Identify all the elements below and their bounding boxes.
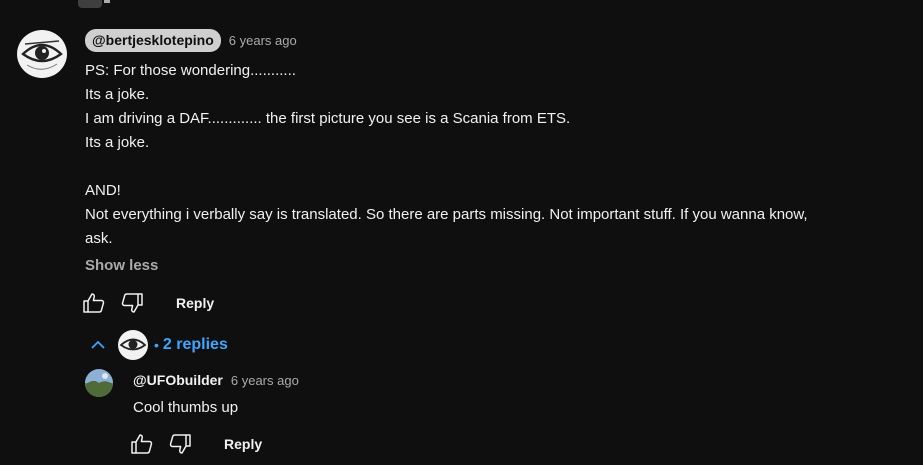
reply-like-button[interactable] [128, 430, 156, 458]
replier-avatar [118, 330, 148, 360]
author-avatar[interactable] [17, 30, 67, 78]
thumb-down-icon [169, 434, 191, 454]
reply-reply-button[interactable]: Reply [224, 436, 262, 452]
dislike-button[interactable] [118, 289, 146, 317]
replies-toggle[interactable]: • 2 replies [88, 330, 228, 360]
like-button[interactable] [80, 289, 108, 317]
landscape-avatar-icon [85, 369, 113, 397]
separator-dot: • [154, 337, 159, 353]
replies-count[interactable]: 2 replies [163, 336, 228, 354]
reply-header: @UFObuilder 6 years ago [133, 372, 299, 388]
show-less-button[interactable]: Show less [85, 257, 158, 274]
reply-author-name[interactable]: @UFObuilder [133, 372, 223, 388]
reply-text: Cool thumbs up [133, 399, 239, 416]
eye-logo-icon [17, 30, 67, 78]
top-partial-button[interactable] [78, 0, 102, 8]
comment-header: @bertjesklotepino 6 years ago [85, 29, 297, 52]
eye-logo-icon [118, 330, 148, 360]
thumb-up-icon [83, 293, 105, 313]
reply-timestamp[interactable]: 6 years ago [231, 373, 299, 388]
reply-button[interactable]: Reply [176, 295, 214, 311]
thumb-down-icon [121, 293, 143, 313]
comment-text: PS: For those wondering........... Its a… [85, 62, 808, 247]
reply-author-avatar[interactable] [85, 369, 113, 397]
reply-dislike-button[interactable] [166, 430, 194, 458]
comment-thread: @bertjesklotepino 6 years ago PS: For th… [0, 0, 923, 465]
thumb-up-icon [131, 434, 153, 454]
chevron-up-icon [91, 340, 105, 349]
comment-timestamp[interactable]: 6 years ago [229, 33, 297, 48]
top-partial-divider [104, 0, 110, 3]
author-name[interactable]: @bertjesklotepino [85, 29, 221, 52]
